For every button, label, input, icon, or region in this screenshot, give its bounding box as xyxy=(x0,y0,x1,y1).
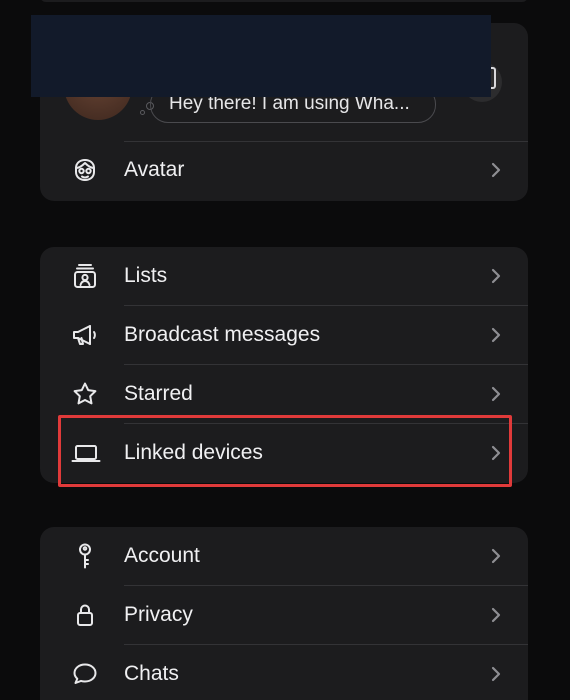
account-label: Account xyxy=(124,544,200,567)
chat-bubble-icon xyxy=(71,660,99,688)
privacy-label: Privacy xyxy=(124,603,193,626)
chevron-right-icon xyxy=(487,547,505,565)
avatar-row[interactable]: Avatar xyxy=(40,141,528,199)
chevron-right-icon xyxy=(487,326,505,344)
linked-devices-label: Linked devices xyxy=(124,441,263,464)
chevron-right-icon xyxy=(487,444,505,462)
avatar-row-label: Avatar xyxy=(124,158,185,181)
lists-icon xyxy=(71,262,99,290)
broadcast-messages-label: Broadcast messages xyxy=(124,323,321,346)
megaphone-icon xyxy=(71,321,99,349)
settings-screen: Avatar Hey there! I am using Wha... List… xyxy=(0,0,570,700)
settings-group-tools: Lists Broadcast messages Starred Linked … xyxy=(40,247,528,483)
redacted-profile-name xyxy=(31,15,491,97)
previous-card-edge xyxy=(40,0,528,2)
broadcast-messages-row[interactable]: Broadcast messages xyxy=(40,306,528,364)
chats-label: Chats xyxy=(124,662,179,685)
starred-label: Starred xyxy=(124,382,193,405)
chevron-right-icon xyxy=(487,665,505,683)
chevron-right-icon xyxy=(487,385,505,403)
linked-devices-row[interactable]: Linked devices xyxy=(40,424,528,482)
laptop-icon xyxy=(71,439,101,467)
chevron-right-icon xyxy=(487,161,505,179)
account-row[interactable]: Account xyxy=(40,527,528,585)
lists-row[interactable]: Lists xyxy=(40,247,528,305)
privacy-row[interactable]: Privacy xyxy=(40,586,528,644)
starred-row[interactable]: Starred xyxy=(40,365,528,423)
settings-group-preferences: Account Privacy Chats xyxy=(40,527,528,700)
lists-label: Lists xyxy=(124,264,168,287)
avatar-face-icon xyxy=(71,156,99,184)
chevron-right-icon xyxy=(487,267,505,285)
star-icon xyxy=(71,380,99,408)
key-icon xyxy=(71,542,99,570)
chats-row[interactable]: Chats xyxy=(40,645,528,700)
divider xyxy=(124,141,528,142)
lock-icon xyxy=(71,601,99,629)
chevron-right-icon xyxy=(487,606,505,624)
